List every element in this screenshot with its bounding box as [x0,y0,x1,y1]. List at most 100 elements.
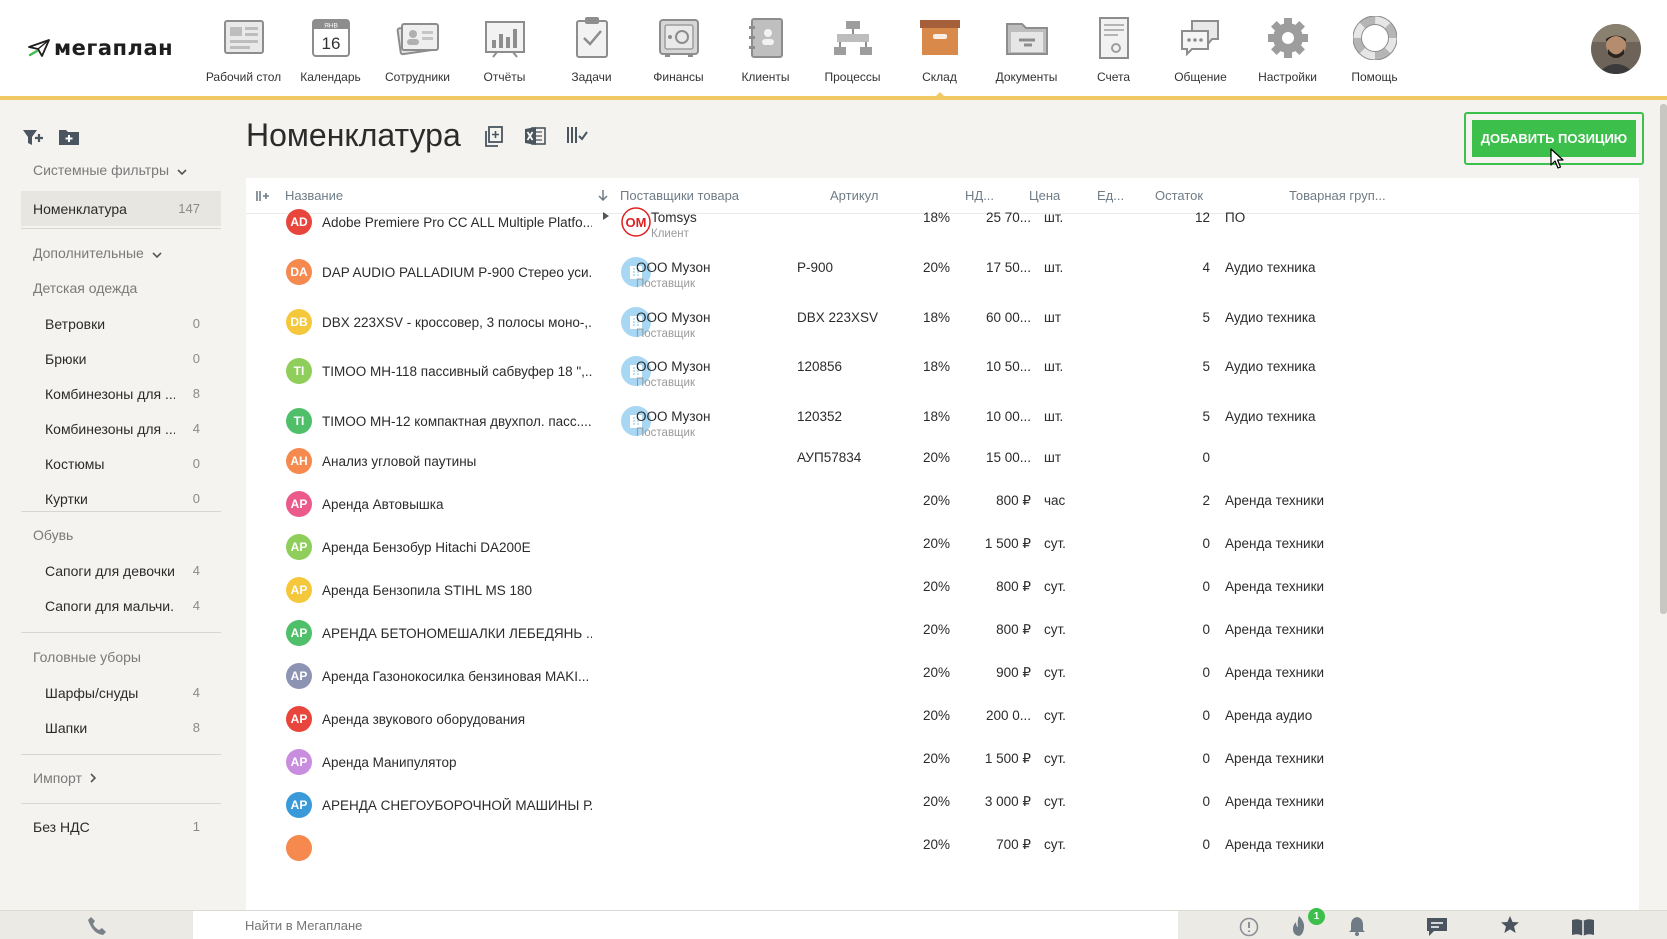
nav-item-clients[interactable]: Клиенты [722,14,809,94]
column-stock[interactable]: Остаток [1155,188,1203,203]
system-filters-label: Системные фильтры [33,162,170,178]
global-search-input[interactable] [193,911,1178,939]
table-row[interactable]: TI TIMOO MH-12 компактная двухпол. пасс..… [246,404,1639,454]
paper-plane-icon [28,39,50,57]
column-config-icon[interactable] [256,190,270,205]
megaplan-logo[interactable]: мегаплан [28,36,173,60]
nav-item-warehouse[interactable]: Склад [896,14,983,98]
supplier-name[interactable]: Tomsys [651,210,697,225]
fire-icon[interactable] [1290,915,1308,939]
item-name[interactable]: АРЕНДА БЕТОНОМЕШАЛКИ ЛЕБЕДЯНЬ ... [322,626,592,641]
column-name[interactable]: Название [285,188,343,203]
sidebar-item-trousers[interactable]: Брюки 0 [21,341,221,376]
phone-icon[interactable] [87,916,107,939]
group-hats[interactable]: Головные уборы [21,646,221,668]
table-row[interactable]: АР Аренда Бензобур Hitachi DA200E 20% 1 500… [246,534,1639,583]
sidebar-item-overalls-2[interactable]: Комбинезоны для ... 4 [21,411,221,446]
add-filter-icon[interactable] [22,128,44,153]
supplier-name[interactable]: ООО Музон [636,310,710,325]
item-name[interactable]: Анализ угловой паутины [322,454,592,469]
table-row[interactable]: 20% 700 ₽ сут. 0 Аренда техники [246,835,1639,884]
table-row[interactable]: АР Аренда Манипулятор 20% 1 500 ₽ сут. 0 Аренд… [246,749,1639,798]
item-name[interactable]: Аренда звукового оборудования [322,712,592,727]
table-row[interactable]: TI TIMOO MH-118 пассивный сабвуфер 18 ",.… [246,354,1639,404]
item-name[interactable]: Аренда Бензопила STIHL MS 180 [322,583,592,598]
table-row[interactable]: DA DAP AUDIO PALLADIUM P-900 Стерео уси..… [246,255,1639,305]
additional-toggle[interactable]: Дополнительные [21,242,221,264]
copy-icon[interactable] [484,126,504,153]
column-vat[interactable]: НД... [965,188,994,203]
group-shoes[interactable]: Обувь [21,524,221,546]
column-sku[interactable]: Артикул [830,188,878,203]
sidebar-item-scarves[interactable]: Шарфы/снуды 4 [21,675,221,710]
table-row[interactable]: AD Adobe Premiere Pro CC ALL Multiple Pla… [246,205,1639,255]
table-row[interactable]: DB DBX 223XSV - кроссовер, 3 полосы моно-… [246,305,1639,355]
item-name[interactable]: Аренда Автовышка [322,497,592,512]
item-unit: шт [1044,310,1062,325]
sidebar-item-no-vat[interactable]: Без НДС 1 [21,809,221,844]
nav-item-calendar[interactable]: ЯНВ 16 Календарь [287,14,374,94]
book-icon[interactable] [1571,917,1595,939]
nav-item-processes[interactable]: Процессы [809,14,896,94]
item-group: Аренда техники [1225,579,1325,594]
table-row[interactable]: АР АРЕНДА БЕТОНОМЕШАЛКИ ЛЕБЕДЯНЬ ... 20% 80… [246,620,1639,669]
table-row[interactable]: АР АРЕНДА СНЕГОУБОРОЧНОЙ МАШИНЫ Р... 20% 3 … [246,792,1639,841]
supplier-name[interactable]: ООО Музон [636,409,710,424]
table-row[interactable]: АР Аренда Газонокосилка бензиновая MAKI..… [246,663,1639,712]
column-group[interactable]: Товарная груп... [1289,188,1386,203]
system-filters-toggle[interactable]: Системные фильтры [21,159,221,181]
nav-item-reports[interactable]: Отчёты [461,14,548,94]
sort-arrow-down-icon[interactable] [598,189,608,204]
group-kids-clothes[interactable]: Детская одежда [21,277,221,299]
nav-item-settings[interactable]: Настройки [1244,14,1331,94]
supplier-name[interactable]: ООО Музон [636,359,710,374]
nav-item-tasks[interactable]: Задачи [548,14,635,94]
excel-export-icon[interactable] [524,126,546,153]
messages-icon[interactable] [1426,917,1448,939]
user-avatar[interactable] [1591,24,1641,74]
sidebar-item-overalls-1[interactable]: Комбинезоны для ... 8 [21,376,221,411]
supplier-role: Поставщик [636,427,695,439]
table-row[interactable]: АН Анализ угловой паутины АУП57834 20% 15 00… [246,448,1639,497]
sidebar-item-nomenclature[interactable]: Номенклатура 147 [21,191,221,226]
no-vat-section: Без НДС 1 [21,809,221,844]
column-unit[interactable]: Ед... [1097,188,1124,203]
import-toggle[interactable]: Импорт [21,767,221,789]
bell-icon[interactable] [1348,915,1366,939]
item-name[interactable]: Аренда Манипулятор [322,755,592,770]
star-icon[interactable] [1500,915,1520,939]
nav-item-documents[interactable]: Документы [983,14,1070,94]
info-icon[interactable] [1239,917,1259,939]
supplier-name[interactable]: ООО Музон [636,260,710,275]
sidebar-item-suits[interactable]: Костюмы 0 [21,446,221,481]
sidebar-item-girls-boots[interactable]: Сапоги для девочки 4 [21,553,221,588]
table-row[interactable]: АР Аренда звукового оборудования 20% 200 0.… [246,706,1639,755]
item-name[interactable]: DAP AUDIO PALLADIUM P-900 Стерео уси... [322,265,592,280]
nav-item-desktop[interactable]: Рабочий стол [200,14,287,94]
column-price[interactable]: Цена [1029,188,1060,203]
nav-item-chat[interactable]: Общение [1157,14,1244,94]
expand-arrow-icon[interactable] [602,209,610,224]
column-supplier[interactable]: Поставщики товара [620,188,739,203]
item-name[interactable]: Аренда Бензобур Hitachi DA200E [322,540,592,555]
sidebar-item-boys-boots[interactable]: Сапоги для мальчи... 4 [21,588,221,623]
item-name[interactable]: TIMOO MH-12 компактная двухпол. пасс.... [322,414,592,429]
item-group: Аренда техники [1225,794,1325,809]
item-name[interactable]: АРЕНДА СНЕГОУБОРОЧНОЙ МАШИНЫ Р... [322,798,592,813]
nav-item-finance[interactable]: Финансы [635,14,722,94]
item-name[interactable]: Аренда Газонокосилка бензиновая MAKI... [322,669,592,684]
page-scrollbar[interactable] [1660,104,1667,614]
add-folder-icon[interactable] [58,128,80,153]
table-row[interactable]: АР Аренда Автовышка 20% 800 ₽ час 2 Аренда тех… [246,491,1639,540]
item-name[interactable]: TIMOO MH-118 пассивный сабвуфер 18 ",... [322,364,592,379]
sidebar-item-windbreakers[interactable]: Ветровки 0 [21,306,221,341]
supplier-logo-icon: OM [621,207,651,237]
item-name[interactable]: Adobe Premiere Pro CC ALL Multiple Platf… [322,215,592,230]
sidebar-item-caps[interactable]: Шапки 8 [21,710,221,745]
nav-item-employees[interactable]: Сотрудники [374,14,461,94]
nav-item-invoices[interactable]: Счета [1070,14,1157,94]
item-name[interactable]: DBX 223XSV - кроссовер, 3 полосы моно-,.… [322,315,592,330]
nav-item-help[interactable]: Помощь [1331,14,1418,94]
table-row[interactable]: АР Аренда Бензопила STIHL MS 180 20% 800 ₽ с… [246,577,1639,626]
columns-settings-icon[interactable] [566,126,588,153]
